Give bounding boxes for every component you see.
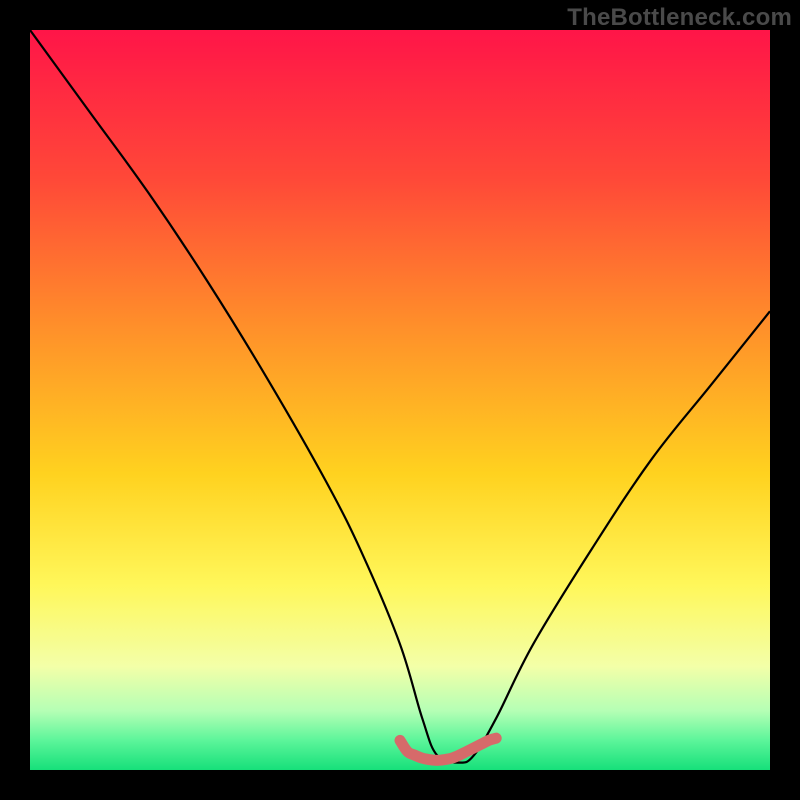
watermark-text: TheBottleneck.com [567, 4, 792, 32]
gradient-background [30, 30, 770, 770]
plot-area [30, 30, 770, 770]
bottleneck-chart [30, 30, 770, 770]
chart-container: TheBottleneck.com [0, 0, 800, 800]
